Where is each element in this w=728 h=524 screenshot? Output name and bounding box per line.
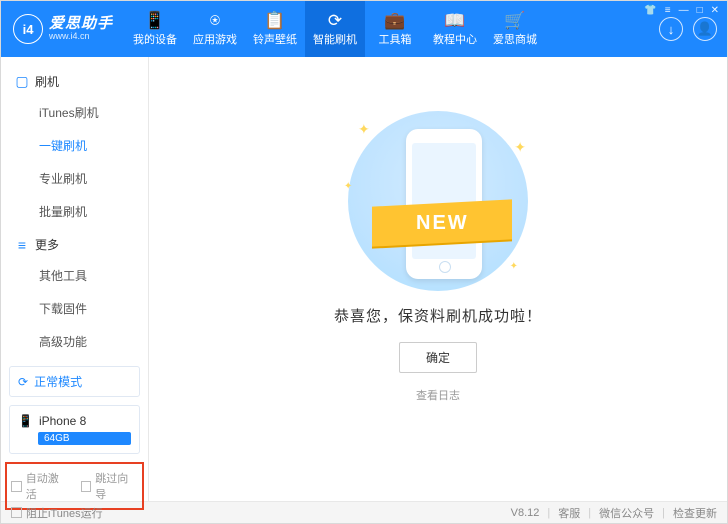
- main-content: ✦ ✦ ✦ ✦ NEW 恭喜您，保资料刷机成功啦！ 确定 查看日志: [149, 57, 727, 501]
- window-controls: 👕 ≡ — □ ✕: [644, 5, 719, 16]
- minimize-icon[interactable]: —: [679, 5, 689, 16]
- tab-tutorials[interactable]: 📖教程中心: [425, 1, 485, 57]
- device-card[interactable]: 📱 iPhone 8 64GB: [9, 405, 140, 454]
- brand-name: 爱思助手: [49, 16, 113, 33]
- sidebar-item-batch-flash[interactable]: 批量刷机: [1, 195, 148, 228]
- brand-url: www.i4.cn: [49, 32, 113, 42]
- tab-smart-flash[interactable]: ⟳智能刷机: [305, 1, 365, 57]
- success-illustration: ✦ ✦ ✦ ✦ NEW: [338, 111, 538, 291]
- sidebar-section-flash: ▢ 刷机: [1, 65, 148, 96]
- new-ribbon: NEW: [372, 199, 512, 246]
- device-icon: ▢: [15, 73, 29, 90]
- sidebar-item-itunes-flash[interactable]: iTunes刷机: [1, 96, 148, 129]
- note-icon: 📋: [264, 12, 285, 29]
- confirm-button[interactable]: 确定: [399, 342, 477, 373]
- refresh-icon: ⟳: [328, 12, 342, 29]
- phone-small-icon: 📱: [18, 414, 33, 428]
- footer-link-update[interactable]: 检查更新: [673, 505, 717, 521]
- auto-activate-checkbox[interactable]: 自动激活: [11, 470, 69, 502]
- sync-icon: ⟳: [18, 375, 28, 389]
- storage-badge: 64GB: [38, 432, 131, 445]
- close-icon[interactable]: ✕: [711, 5, 719, 16]
- app-header: i4 爱思助手 www.i4.cn 📱我的设备 ⍟应用游戏 📋铃声壁纸 ⟳智能刷…: [1, 1, 727, 57]
- menu-icon[interactable]: ≡: [665, 5, 671, 16]
- shirt-icon[interactable]: 👕: [644, 5, 656, 16]
- apps-icon: ⍟: [210, 12, 220, 29]
- sidebar-section-more: ≡ 更多: [1, 228, 148, 259]
- footer-link-support[interactable]: 客服: [558, 505, 580, 521]
- cart-icon: 🛒: [504, 12, 525, 29]
- sidebar-item-pro-flash[interactable]: 专业刷机: [1, 162, 148, 195]
- device-name: iPhone 8: [39, 414, 86, 428]
- sidebar-item-onekey-flash[interactable]: 一键刷机: [1, 129, 148, 162]
- header-right: ↓ 👤: [659, 17, 717, 41]
- tab-toolbox[interactable]: 💼工具箱: [365, 1, 425, 57]
- user-icon[interactable]: 👤: [693, 17, 717, 41]
- version-label: V8.12: [511, 507, 540, 519]
- sidebar-item-advanced[interactable]: 高级功能: [1, 325, 148, 358]
- app-logo: i4 爱思助手 www.i4.cn: [13, 14, 113, 44]
- success-message: 恭喜您，保资料刷机成功啦！: [334, 305, 542, 326]
- download-icon[interactable]: ↓: [659, 17, 683, 41]
- logo-icon: i4: [13, 14, 43, 44]
- book-icon: 📖: [444, 12, 465, 29]
- top-tabs: 📱我的设备 ⍟应用游戏 📋铃声壁纸 ⟳智能刷机 💼工具箱 📖教程中心 🛒爱思商城: [125, 1, 545, 57]
- skip-guide-checkbox[interactable]: 跳过向导: [81, 470, 139, 502]
- tab-my-device[interactable]: 📱我的设备: [125, 1, 185, 57]
- tab-apps-games[interactable]: ⍟应用游戏: [185, 1, 245, 57]
- tab-store[interactable]: 🛒爱思商城: [485, 1, 545, 57]
- sidebar-item-download-firmware[interactable]: 下载固件: [1, 292, 148, 325]
- sidebar-item-other-tools[interactable]: 其他工具: [1, 259, 148, 292]
- briefcase-icon: 💼: [384, 12, 405, 29]
- tab-ringtones[interactable]: 📋铃声壁纸: [245, 1, 305, 57]
- phone-icon: 📱: [144, 12, 165, 29]
- footer-link-wechat[interactable]: 微信公众号: [599, 505, 654, 521]
- more-icon: ≡: [15, 237, 29, 253]
- highlighted-options: 自动激活 跳过向导: [5, 462, 144, 510]
- maximize-icon[interactable]: □: [697, 5, 703, 16]
- block-itunes-checkbox[interactable]: 阻止iTunes运行: [11, 505, 103, 521]
- sidebar: ▢ 刷机 iTunes刷机 一键刷机 专业刷机 批量刷机 ≡ 更多 其他工具 下…: [1, 57, 149, 501]
- mode-indicator[interactable]: ⟳ 正常模式: [9, 366, 140, 397]
- view-log-link[interactable]: 查看日志: [416, 387, 460, 403]
